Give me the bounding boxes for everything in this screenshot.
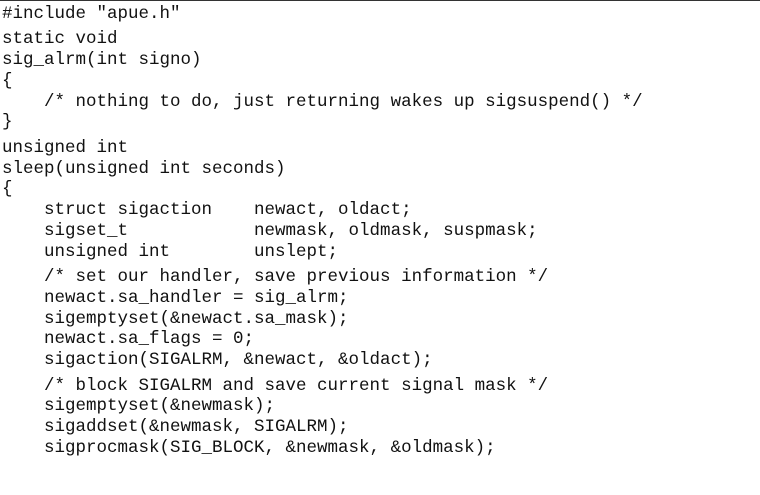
code-line: sig_alrm(int signo): [2, 50, 202, 71]
top-rule: [0, 0, 760, 1]
code-line: sleep(unsigned int seconds): [2, 158, 286, 179]
code-line: {: [2, 70, 13, 91]
code-line: }: [2, 112, 13, 133]
code-line: sigaction(SIGALRM, &newact, &oldact);: [2, 350, 433, 371]
code-line: {: [2, 179, 13, 200]
code-line: unsigned int unslept;: [2, 241, 339, 262]
code-line: /* set our handler, save previous inform…: [2, 267, 549, 288]
code-line: #include "apue.h": [2, 4, 181, 24]
code-listing: #include "apue.h" static void sig_alrm(int…: [2, 4, 643, 459]
code-line: /* nothing to do, just returning wakes u…: [2, 91, 643, 112]
code-line: sigaddset(&newmask, SIGALRM);: [2, 417, 349, 438]
code-line: struct sigaction newact, oldact;: [2, 200, 412, 221]
code-line: sigemptyset(&newmask);: [2, 396, 276, 417]
code-line: newact.sa_flags = 0;: [2, 329, 255, 350]
code-line: sigprocmask(SIG_BLOCK, &newmask, &oldmas…: [2, 437, 496, 458]
code-line: static void: [2, 29, 118, 50]
code-line: /* block SIGALRM and save current signal…: [2, 375, 549, 396]
code-line: unsigned int: [2, 137, 129, 158]
code-line: sigemptyset(&newact.sa_mask);: [2, 308, 349, 329]
code-line: newact.sa_handler = sig_alrm;: [2, 287, 349, 308]
code-line: sigset_t newmask, oldmask, suspmask;: [2, 220, 538, 241]
